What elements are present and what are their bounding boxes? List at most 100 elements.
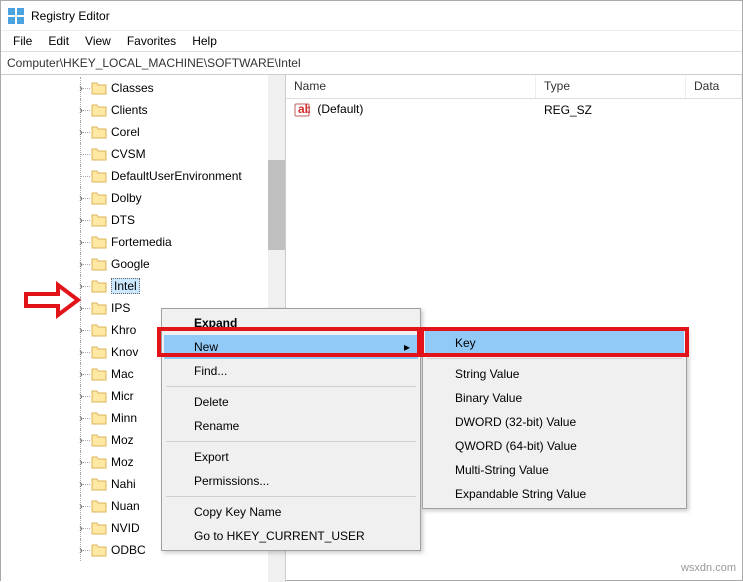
tree-item-dolby[interactable]: › Dolby	[1, 187, 285, 209]
svg-text:ab: ab	[298, 102, 310, 116]
folder-icon	[91, 257, 107, 271]
tree-item-defaultuserenvironment[interactable]: DefaultUserEnvironment	[1, 165, 285, 187]
folder-icon	[91, 499, 107, 513]
expander-icon[interactable]: ›	[75, 390, 87, 402]
address-bar[interactable]: Computer\HKEY_LOCAL_MACHINE\SOFTWARE\Int…	[1, 51, 742, 75]
expander-icon[interactable]: ›	[75, 478, 87, 490]
expander-icon[interactable]: ›	[75, 412, 87, 424]
expander-icon[interactable]: ›	[75, 82, 87, 94]
expander-icon[interactable]: ›	[75, 368, 87, 380]
menu-permissions[interactable]: Permissions...	[164, 469, 418, 493]
tree-item-label: Khro	[111, 323, 136, 337]
tree-item-label: Knov	[111, 345, 138, 359]
titlebar: Registry Editor	[1, 1, 742, 31]
tree-item-label: Classes	[111, 81, 154, 95]
menu-export[interactable]: Export	[164, 445, 418, 469]
list-row[interactable]: ab (Default) REG_SZ	[286, 99, 742, 121]
menu-copy-key-name[interactable]: Copy Key Name	[164, 500, 418, 524]
tree-item-label: Clients	[111, 103, 148, 117]
expander-icon[interactable]: ›	[75, 346, 87, 358]
menu-new-dword[interactable]: DWORD (32-bit) Value	[425, 410, 684, 434]
folder-icon	[91, 301, 107, 315]
menu-edit[interactable]: Edit	[40, 32, 77, 50]
menu-separator	[166, 441, 416, 442]
tree-item-corel[interactable]: ›Corel	[1, 121, 285, 143]
folder-icon	[91, 389, 107, 403]
tree-item-label: CVSM	[111, 147, 146, 161]
column-name[interactable]: Name	[286, 75, 536, 98]
tree-item-label: Dolby	[111, 191, 142, 205]
menu-separator	[166, 496, 416, 497]
menu-new[interactable]: New ▸	[164, 335, 418, 359]
folder-icon	[91, 191, 107, 205]
app-icon	[7, 7, 25, 25]
window-title: Registry Editor	[31, 9, 110, 23]
list-header: Name Type Data	[286, 75, 742, 99]
menu-new-qword[interactable]: QWORD (64-bit) Value	[425, 434, 684, 458]
tree-item-label: DTS	[111, 213, 135, 227]
menu-delete[interactable]: Delete	[164, 390, 418, 414]
expander-icon[interactable]: ›	[75, 236, 87, 248]
column-type[interactable]: Type	[536, 75, 686, 98]
tree-item-clients[interactable]: › Clients	[1, 99, 285, 121]
tree-item-label: NVID	[111, 521, 140, 535]
expander-icon[interactable]: ›	[75, 126, 87, 138]
menu-goto-hkcu[interactable]: Go to HKEY_CURRENT_USER	[164, 524, 418, 548]
folder-icon	[91, 147, 107, 161]
menu-separator	[427, 358, 682, 359]
menu-new-binary[interactable]: Binary Value	[425, 386, 684, 410]
tree-item-label: Google	[111, 257, 150, 271]
expander-icon[interactable]: ›	[75, 324, 87, 336]
expander-icon[interactable]: ›	[75, 522, 87, 534]
tree-item-label: ODBC	[111, 543, 146, 557]
tree-item-classes[interactable]: › Classes	[1, 77, 285, 99]
menu-help[interactable]: Help	[184, 32, 225, 50]
column-data[interactable]: Data	[686, 75, 742, 98]
folder-icon	[91, 543, 107, 557]
tree-item-fortemedia[interactable]: › Fortemedia	[1, 231, 285, 253]
menu-view[interactable]: View	[77, 32, 119, 50]
expander-icon[interactable]: ›	[75, 214, 87, 226]
tree-item-dts[interactable]: › DTS	[1, 209, 285, 231]
address-path: Computer\HKEY_LOCAL_MACHINE\SOFTWARE\Int…	[7, 56, 301, 70]
string-value-icon: ab	[294, 102, 310, 118]
menu-file[interactable]: File	[5, 32, 40, 50]
menu-new-key[interactable]: Key	[425, 331, 684, 355]
menu-favorites[interactable]: Favorites	[119, 32, 184, 50]
folder-icon	[91, 125, 107, 139]
menu-rename[interactable]: Rename	[164, 414, 418, 438]
tree-item-label: IPS	[111, 301, 130, 315]
folder-icon	[91, 213, 107, 227]
value-type: REG_SZ	[536, 101, 686, 119]
expander-icon[interactable]: ›	[75, 544, 87, 556]
tree-item-label: Micr	[111, 389, 134, 403]
tree-item-label: DefaultUserEnvironment	[111, 169, 242, 183]
expander-icon[interactable]: ›	[75, 104, 87, 116]
folder-icon	[91, 367, 107, 381]
menu-new-expandstring[interactable]: Expandable String Value	[425, 482, 684, 506]
folder-icon	[91, 521, 107, 535]
context-menu-new: Key String Value Binary Value DWORD (32-…	[422, 328, 687, 509]
menu-expand[interactable]: Expand	[164, 311, 418, 335]
expander-icon[interactable]: ›	[75, 192, 87, 204]
folder-icon	[91, 455, 107, 469]
folder-icon	[91, 235, 107, 249]
menu-new-string[interactable]: String Value	[425, 362, 684, 386]
red-arrow-icon	[23, 281, 83, 321]
expander-icon[interactable]: ›	[75, 258, 87, 270]
expander-icon[interactable]: ›	[75, 456, 87, 468]
tree-item-google[interactable]: › Google	[1, 253, 285, 275]
tree-scroll-thumb[interactable]	[268, 160, 285, 250]
menu-new-multistring[interactable]: Multi-String Value	[425, 458, 684, 482]
value-name: ab (Default)	[286, 100, 536, 120]
menu-separator	[166, 386, 416, 387]
menubar: File Edit View Favorites Help	[1, 31, 742, 51]
expander-icon[interactable]: ›	[75, 434, 87, 446]
folder-icon	[91, 345, 107, 359]
menu-find[interactable]: Find...	[164, 359, 418, 383]
tree-item-label: Fortemedia	[111, 235, 172, 249]
tree-item-label: Moz	[111, 433, 134, 447]
expander-icon[interactable]: ›	[75, 500, 87, 512]
tree-item-label: Nahi	[111, 477, 136, 491]
tree-item-cvsm[interactable]: CVSM	[1, 143, 285, 165]
